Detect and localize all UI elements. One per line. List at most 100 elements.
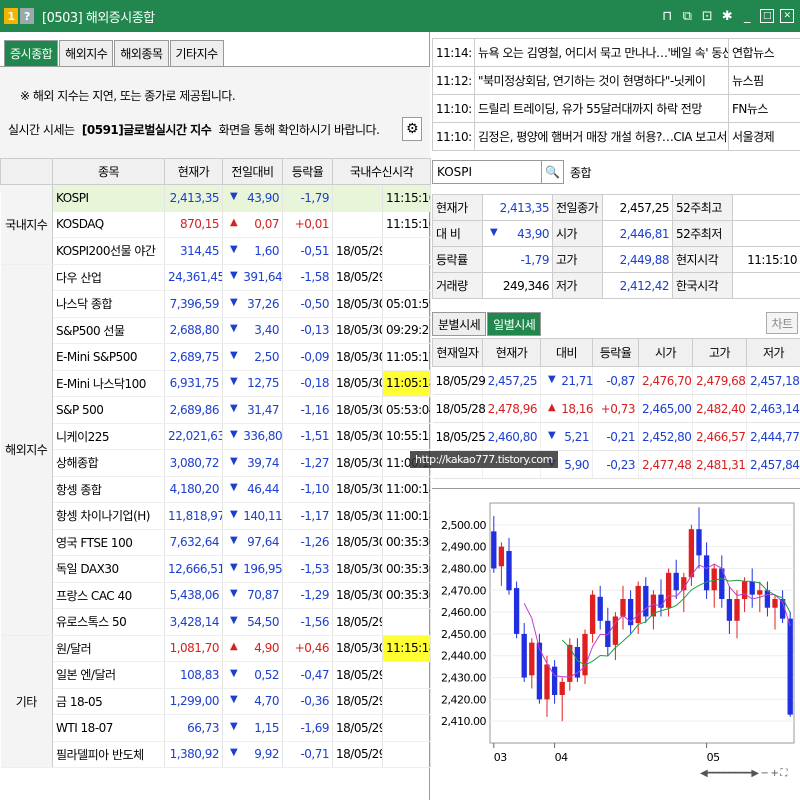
table-row[interactable]: 나스닥 종합7,396,59▼37,26-0,5018/05/3005:01:5… <box>1 291 431 318</box>
daily-row[interactable]: 18/05/282,478,96▲18,16+0,732,465,002,482… <box>433 395 800 423</box>
row-change-value: 97,64 <box>247 535 279 549</box>
tab-other-index[interactable]: 기타지수 <box>170 40 224 66</box>
row-change: ▼3,40 <box>223 317 283 344</box>
table-row[interactable]: 필라델피아 반도체1,380,92▼9,92-0,7118/05/29 <box>1 741 431 768</box>
quote-label: 한국시각 <box>673 273 733 299</box>
row-rate: -1,10 <box>283 476 333 503</box>
daily-col-header[interactable]: 저가 <box>747 339 800 367</box>
table-row[interactable]: E-Mini S&P5002,689,75▼2,50-0,0918/05/301… <box>1 344 431 371</box>
daily-col-header[interactable]: 등락율 <box>593 339 639 367</box>
daily-col-header[interactable]: 대비 <box>541 339 593 367</box>
table-row[interactable]: 독일 DAX3012,666,51▼196,95-1,5318/05/3000:… <box>1 556 431 583</box>
table-row[interactable]: 영국 FTSE 1007,632,64▼97,64-1,2618/05/3000… <box>1 529 431 556</box>
table-row[interactable]: S&P500 선물2,688,80▼3,40-0,1318/05/3009:29… <box>1 317 431 344</box>
row-time: 11:15:10 <box>383 185 431 212</box>
quote-label: 저가 <box>553 273 603 299</box>
table-row[interactable]: KOSPI200선물 야간314,45▼1,60-0,5118/05/29 <box>1 238 431 265</box>
daily-col-header[interactable]: 시가 <box>639 339 693 367</box>
daily-col-header[interactable]: 현재가 <box>483 339 541 367</box>
news-title[interactable]: 뉴욕 오는 김영철, 어디서 묵고 만나나…'베일 속' 동선 <box>475 39 729 67</box>
settings-icon[interactable]: ✱ <box>720 9 734 23</box>
table-row[interactable]: 금 18-051,299,00▼4,70-0,3618/05/29 <box>1 688 431 715</box>
news-title[interactable]: 김정은, 평양에 햄버거 매장 개설 허용?…CIA 보고서 <box>475 123 729 151</box>
tab-market-summary[interactable]: 증시종합 <box>4 40 58 66</box>
zoom-out-icon[interactable]: − <box>761 768 769 779</box>
row-time: 11:15:18 <box>383 635 431 662</box>
copy-icon[interactable]: ⧉ <box>680 9 694 23</box>
row-change: ▲0,07 <box>223 211 283 238</box>
search-icon[interactable]: 🔍 <box>542 160 564 184</box>
chart-button[interactable]: 차트 <box>766 312 798 334</box>
gear-icon[interactable]: ⚙ <box>402 117 422 141</box>
help-icon[interactable]: ? <box>20 8 34 24</box>
table-row[interactable]: 항셍 종합4,180,20▼46,44-1,1018/05/3011:00:18 <box>1 476 431 503</box>
news-item[interactable]: 11:10:드릴리 트레이딩, 유가 55달러대까지 하락 전망FN뉴스 <box>433 95 800 123</box>
table-row[interactable]: 국내지수KOSPI2,413,35▼43,90-1,7911:15:10 <box>1 185 431 212</box>
row-price: 3,428,14 <box>165 609 223 636</box>
candle-body <box>734 599 739 621</box>
news-item[interactable]: 11:12:"북미정상회담, 연기하는 것이 현명하다"-닛케이뉴스핌 <box>433 67 800 95</box>
daily-low: 2,457,84 <box>747 451 800 479</box>
daily-row[interactable]: 18/05/292,457,25▼21,71-0,872,476,702,479… <box>433 367 800 395</box>
news-title[interactable]: "북미정상회담, 연기하는 것이 현명하다"-닛케이 <box>475 67 729 95</box>
symbol-search-input[interactable] <box>432 160 542 184</box>
table-row[interactable]: 기타원/달러1,081,70▲4,90+0,4618/05/3011:15:18 <box>1 635 431 662</box>
row-price: 11,818,97 <box>165 503 223 530</box>
table-row[interactable]: 프랑스 CAC 405,438,06▼70,87-1,2918/05/3000:… <box>1 582 431 609</box>
maximize-icon[interactable]: □ <box>760 9 774 23</box>
col-change[interactable]: 전일대비 <box>223 159 283 185</box>
y-tick-label: 2,410.00 <box>441 715 486 728</box>
tab-overseas-stock[interactable]: 해외종목 <box>114 40 168 66</box>
table-row[interactable]: 해외지수다우 산업24,361,45▼391,64-1,5818/05/29 <box>1 264 431 291</box>
minimize-icon[interactable]: _ <box>740 9 754 23</box>
quote-label: 시가 <box>553 221 603 247</box>
table-row[interactable]: 니케이22522,021,63▼336,80-1,5118/05/3010:55… <box>1 423 431 450</box>
news-title[interactable]: 드릴리 트레이딩, 유가 55달러대까지 하락 전망 <box>475 95 729 123</box>
y-tick-label: 2,430.00 <box>441 672 486 685</box>
daily-row[interactable]: 18/05/252,460,80▼5,21-0,212,452,802,466,… <box>433 423 800 451</box>
news-item[interactable]: 11:14:뉴욕 오는 김영철, 어디서 묵고 만나나…'베일 속' 동선연합뉴… <box>433 39 800 67</box>
col-time[interactable]: 국내수신시각 <box>333 159 431 185</box>
window-number-badge[interactable]: 1 <box>4 8 18 24</box>
daily-col-header[interactable]: 고가 <box>693 339 747 367</box>
table-row[interactable]: E-Mini 나스닥1006,931,75▼12,75-0,1818/05/30… <box>1 370 431 397</box>
col-name[interactable]: 종목 <box>53 159 165 185</box>
table-row[interactable]: 상해종합3,080,72▼39,74-1,2718/05/3011:00:17 <box>1 450 431 477</box>
row-price: 314,45 <box>165 238 223 265</box>
zoom-in-icon[interactable]: + <box>770 768 778 779</box>
notice-screen-link[interactable]: [0591]글로벌실시간 지수 <box>82 123 211 137</box>
quote-label: 전일종가 <box>553 195 603 221</box>
col-price[interactable]: 현재가 <box>165 159 223 185</box>
candlestick-chart[interactable]: 2,500.002,490.002,480.002,470.002,460.00… <box>432 488 800 800</box>
expand-icon[interactable]: ⛶ <box>780 768 787 779</box>
news-item[interactable]: 11:10:김정은, 평양에 햄버거 매장 개설 허용?…CIA 보고서서울경제 <box>433 123 800 151</box>
table-row[interactable]: KOSDAQ870,15▲0,07+0,0111:15:10 <box>1 211 431 238</box>
table-row[interactable]: 유로스톡스 503,428,14▼54,50-1,5618/05/29 <box>1 609 431 636</box>
zoom-slider[interactable]: ◀━━━━━━━━▶ <box>700 768 759 779</box>
row-rate: -1,58 <box>283 264 333 291</box>
row-date: 18/05/29 <box>333 715 383 742</box>
down-arrow-icon: ▼ <box>230 244 237 255</box>
row-change: ▼196,95 <box>223 556 283 583</box>
tab-minute-price[interactable]: 분별시세 <box>432 312 486 336</box>
candle-body <box>560 682 565 695</box>
row-name: KOSPI200선물 야간 <box>53 238 165 265</box>
title-bar: 1 ? [0503] 해외증시종합 ⊓ ⧉ ⊡ ✱ _ □ ✕ <box>0 0 800 32</box>
row-change: ▼31,47 <box>223 397 283 424</box>
candle-body <box>689 529 694 577</box>
symbol-name: 종합 <box>570 164 591 181</box>
layout-icon[interactable]: ⊓ <box>660 9 674 23</box>
close-icon[interactable]: ✕ <box>780 9 794 23</box>
table-row[interactable]: WTI 18-0766,73▼1,15-1,6918/05/29 <box>1 715 431 742</box>
link-icon[interactable]: ⊡ <box>700 9 714 23</box>
table-row[interactable]: S&P 5002,689,86▼31,47-1,1618/05/3005:53:… <box>1 397 431 424</box>
quote-value <box>733 195 800 221</box>
news-time: 11:12: <box>433 67 475 95</box>
table-row[interactable]: 일본 엔/달러108,83▼0,52-0,4718/05/29 <box>1 662 431 689</box>
col-rate[interactable]: 등락율 <box>283 159 333 185</box>
tab-daily-price[interactable]: 일별시세 <box>487 312 541 336</box>
row-price: 7,396,59 <box>165 291 223 318</box>
tab-overseas-index[interactable]: 해외지수 <box>59 40 113 66</box>
daily-col-header[interactable]: 현재일자 <box>433 339 483 367</box>
table-row[interactable]: 항셍 차이나기업(H)11,818,97▼140,11-1,1718/05/30… <box>1 503 431 530</box>
